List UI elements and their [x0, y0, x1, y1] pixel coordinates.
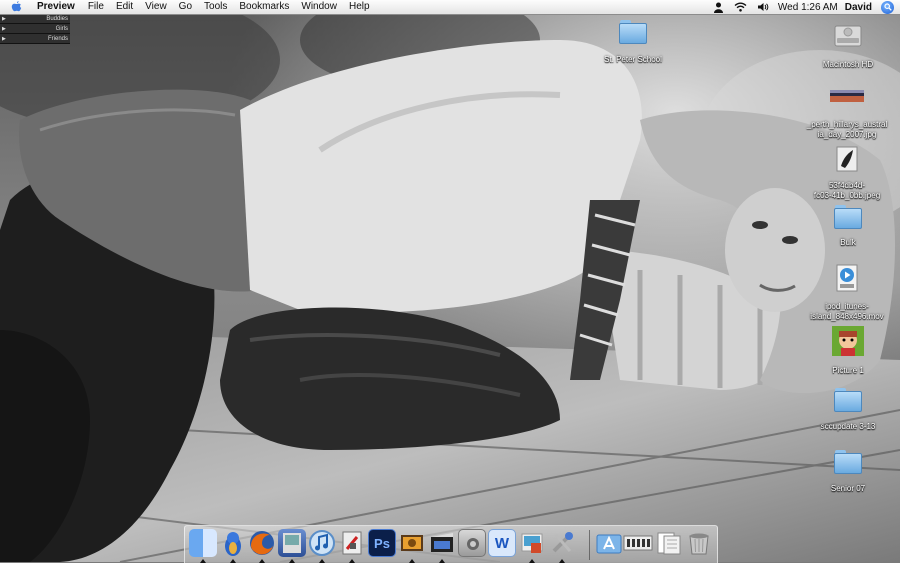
desktop-icon-label: _perth_hillarys_austral: [806, 120, 888, 129]
desktop-icon-53f4-jpeg[interactable]: 53f4db4d- fc03-41b_0bb.jpeg: [797, 146, 897, 201]
desktop-icon-perth-jpg[interactable]: _perth_hillarys_austral ia_day_2007.jpg: [797, 88, 897, 140]
menu-tools[interactable]: Tools: [198, 0, 233, 14]
firefox-icon[interactable]: [248, 529, 276, 563]
preview-icon[interactable]: [278, 529, 306, 563]
utility-icon[interactable]: [548, 529, 576, 563]
desktop-icon-picture-1[interactable]: Picture 1: [812, 326, 884, 376]
desktop-icon-bulk[interactable]: Bulk: [812, 205, 884, 248]
itunes-icon[interactable]: [308, 529, 336, 563]
desktop-icon-ipod-mov[interactable]: ipod_itunes- island_848x496.mov: [797, 264, 897, 322]
spotlight-icon[interactable]: [881, 0, 894, 14]
buddy-list-widget: ▶ Buddies ▶ Girls ▶ Friends: [0, 14, 70, 44]
desktop-icon-label: Picture 1: [832, 366, 864, 375]
iphoto-icon[interactable]: [518, 529, 546, 563]
dock: Ps W: [184, 525, 718, 563]
word-icon[interactable]: W: [488, 529, 516, 557]
desktop-icon-label: sccupdate 3-13: [820, 422, 876, 431]
disclosure-triangle-icon[interactable]: ▶: [2, 26, 6, 32]
dock-separator: [589, 530, 590, 560]
folder-icon: [834, 388, 862, 412]
image-file-icon: [836, 146, 858, 177]
menu-window[interactable]: Window: [295, 0, 343, 14]
desktop-icon-senior-07[interactable]: Senior 07: [812, 450, 884, 494]
photoshop-label: Ps: [374, 535, 390, 551]
buddy-group-friends[interactable]: ▶ Friends: [0, 34, 70, 44]
desktop-icon-st-peter-school[interactable]: St. Peter School: [597, 20, 669, 65]
desktop-icon-label: Bulk: [840, 238, 856, 247]
applications-stack-icon[interactable]: [595, 529, 623, 557]
photoshop-icon[interactable]: Ps: [368, 529, 396, 557]
trash-icon[interactable]: [685, 529, 713, 557]
disclosure-triangle-icon[interactable]: ▶: [2, 36, 6, 42]
menu-file[interactable]: File: [82, 0, 110, 14]
wifi-icon[interactable]: [734, 2, 747, 12]
photo-app-icon[interactable]: [398, 529, 426, 563]
adium-icon[interactable]: [219, 529, 247, 563]
image-file-icon: [830, 88, 864, 109]
menu-bookmarks[interactable]: Bookmarks: [233, 0, 295, 14]
desktop-icon-label: St. Peter School: [604, 55, 662, 64]
menu-view[interactable]: View: [139, 0, 173, 14]
desktop-icon-label: Macintosh HD: [822, 60, 874, 69]
menu-app-name[interactable]: Preview: [33, 0, 82, 14]
hard-drive-icon: [833, 20, 863, 55]
fast-user-switch[interactable]: David: [845, 2, 872, 13]
script-editor-icon[interactable]: [338, 529, 366, 563]
menu-bar: Preview File Edit View Go Tools Bookmark…: [0, 0, 900, 15]
desktop-wallpaper: [0, 0, 900, 562]
desktop-icon-macintosh-hd[interactable]: Macintosh HD: [812, 20, 884, 70]
desktop-icon-label: Senior 07: [830, 484, 866, 493]
desktop-icon-label: ipod_itunes-: [825, 302, 869, 311]
system-prefs-icon[interactable]: [458, 529, 486, 557]
folder-icon: [834, 205, 862, 229]
apple-logo-icon[interactable]: [11, 1, 24, 13]
desktop-icon-label: 53f4db4d-: [828, 181, 866, 190]
folder-icon: [834, 450, 862, 474]
buddy-group-label: Friends: [47, 35, 68, 42]
finder-icon[interactable]: [189, 529, 217, 563]
menu-go[interactable]: Go: [173, 0, 198, 14]
buddy-group-girls[interactable]: ▶ Girls: [0, 24, 70, 34]
buddy-group-buddies[interactable]: ▶ Buddies: [0, 14, 70, 24]
final-cut-icon[interactable]: [428, 529, 456, 563]
web-clip-icon[interactable]: [623, 529, 653, 557]
disclosure-triangle-icon[interactable]: ▶: [2, 16, 6, 22]
buddy-group-label: Buddies: [46, 15, 68, 22]
desktop-icon-label-line2: ia_day_2007.jpg: [817, 130, 877, 139]
movie-file-icon: [836, 264, 858, 297]
script-icon[interactable]: [713, 2, 724, 13]
desktop-icon-label-line2: fc03-41b_0bb.jpeg: [813, 191, 881, 200]
desktop-icon-sccupdate[interactable]: sccupdate 3-13: [812, 388, 884, 432]
menu-edit[interactable]: Edit: [110, 0, 139, 14]
desktop-icon-label-line2: island_848x496.mov: [810, 312, 884, 321]
word-label: W: [494, 534, 510, 552]
buddy-group-label: Girls: [55, 25, 68, 32]
menubar-clock[interactable]: Wed 1:26 AM: [778, 2, 838, 13]
image-file-icon: [832, 326, 864, 361]
folder-icon: [619, 20, 647, 44]
volume-icon[interactable]: [757, 2, 769, 12]
documents-stack-icon[interactable]: [655, 529, 683, 557]
menu-help[interactable]: Help: [343, 0, 376, 14]
